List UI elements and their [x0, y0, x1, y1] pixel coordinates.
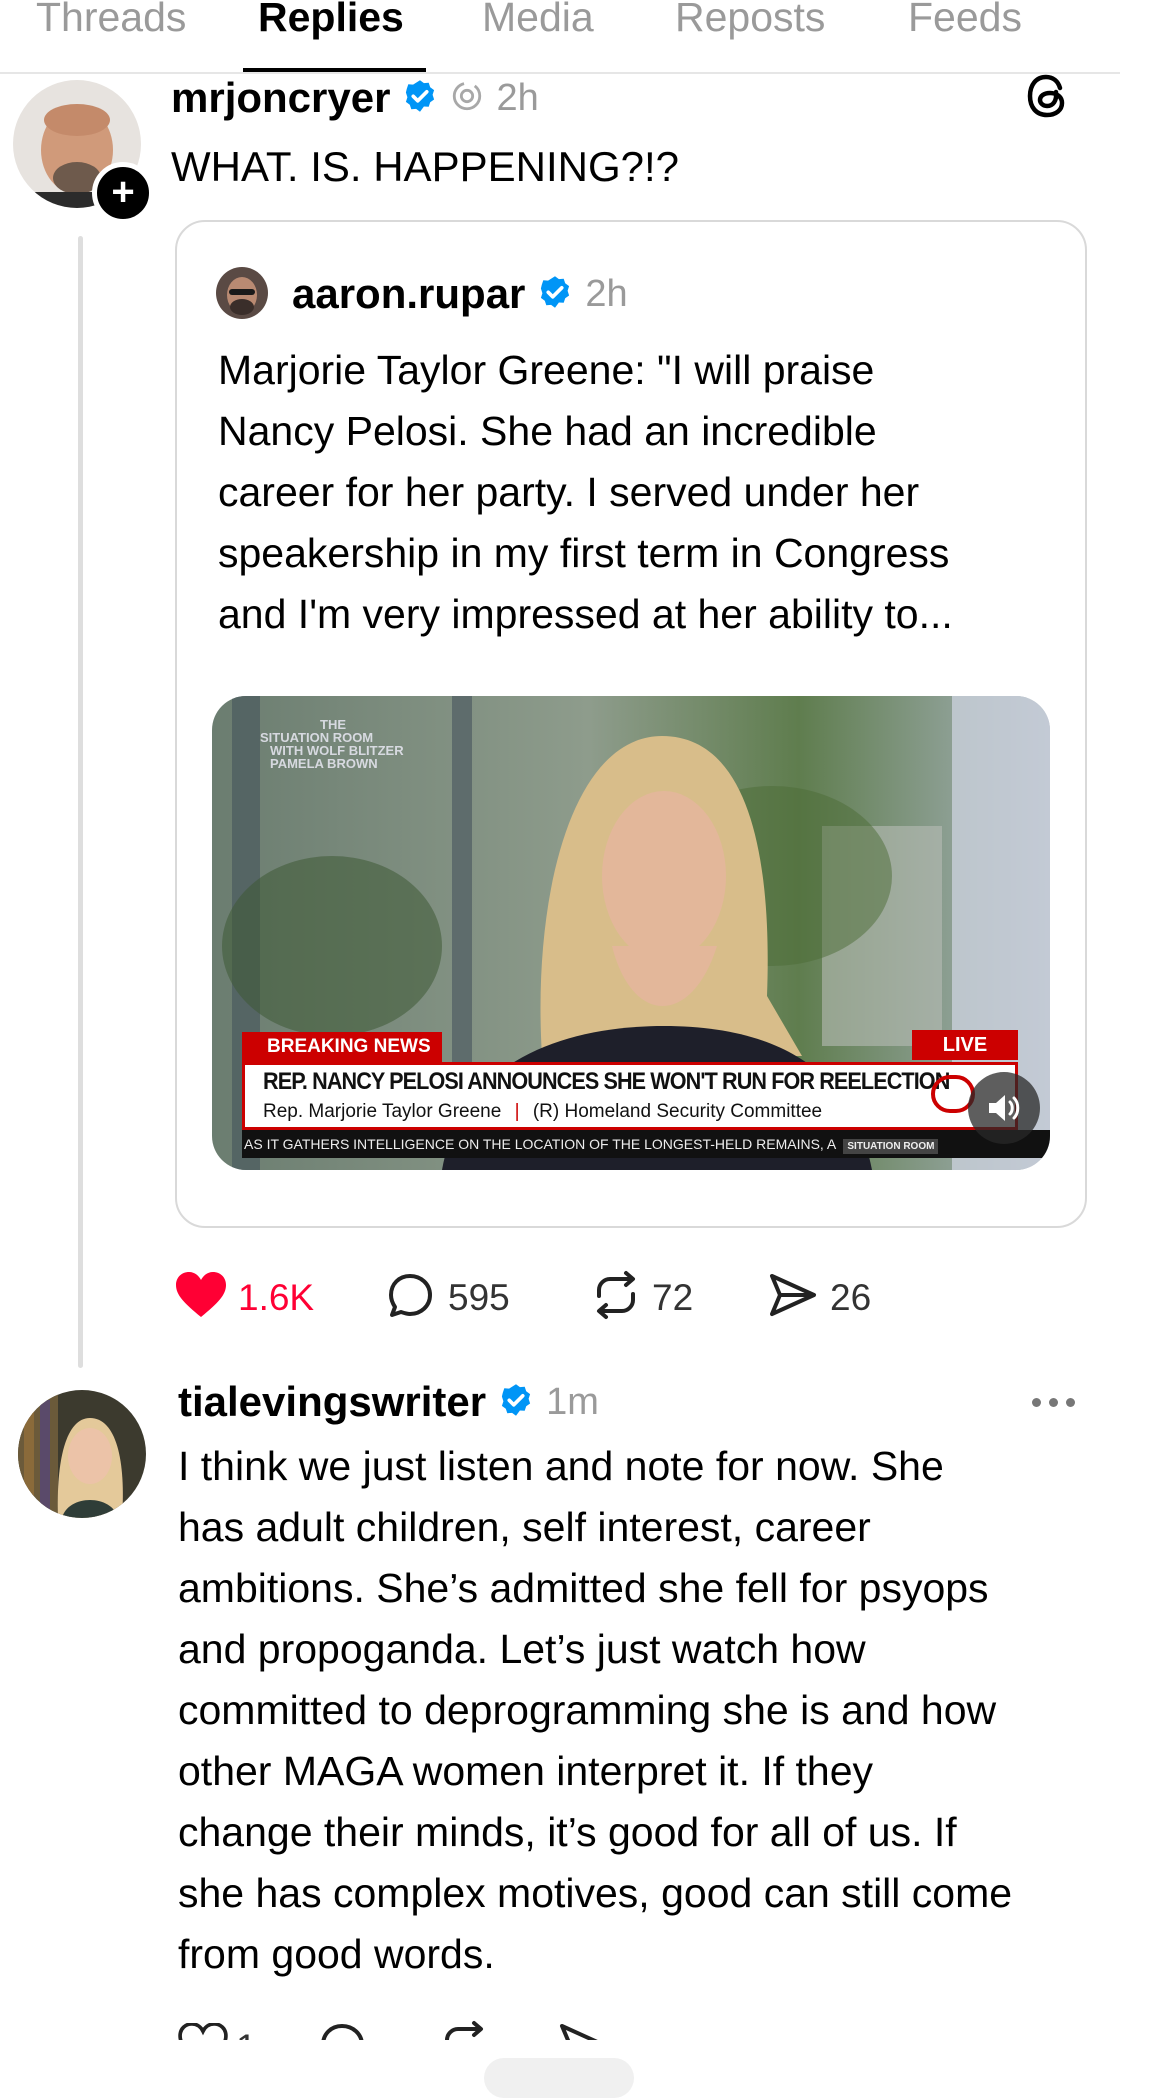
repost-icon	[590, 1270, 642, 1325]
profile-tab-bar: Threads Replies Media Reposts Feeds	[0, 0, 1120, 74]
reposted-spiral-icon	[450, 79, 484, 118]
video-player[interactable]: THE SITUATION ROOM WITH WOLF BLITZER PAM…	[212, 696, 1050, 1170]
quoted-text-line: Marjorie Taylor Greene: "I will praise	[218, 347, 875, 393]
comment-icon[interactable]	[318, 2020, 438, 2040]
share-button[interactable]: 26	[768, 1272, 871, 1323]
reply-text-line: committed to deprogramming she is and ho…	[178, 1687, 997, 1733]
like-button[interactable]: 1	[178, 2022, 318, 2041]
threads-logo-icon[interactable]	[1024, 70, 1072, 127]
subhead-divider: |	[514, 1101, 520, 1122]
comment-button[interactable]: 595	[386, 1270, 590, 1325]
reply-username[interactable]: tialevingswriter	[178, 1378, 486, 1426]
share-icon	[768, 1272, 818, 1323]
verified-badge-icon	[498, 1382, 534, 1423]
repost-count: 72	[652, 1276, 694, 1318]
like-count: 1	[236, 2027, 257, 2041]
tab-feeds[interactable]: Feeds	[908, 0, 1022, 41]
quoted-username[interactable]: aaron.rupar	[292, 270, 525, 318]
reply-text-line: from good words.	[178, 1931, 495, 1977]
heart-icon	[174, 1271, 228, 1324]
quoted-post-header: aaron.rupar 2h	[292, 270, 628, 318]
more-icon[interactable]	[1032, 1394, 1083, 1412]
subhead: Rep. Marjorie Taylor Greene | (R) Homela…	[263, 1101, 822, 1123]
quoted-text-line: speakership in my first term in Congress	[218, 530, 950, 576]
reply-text-line: I think we just listen and note for now.…	[178, 1443, 944, 1489]
verified-badge-icon	[537, 274, 573, 315]
subhead-title: (R) Homeland Security Committee	[532, 1101, 823, 1122]
quoted-text-line: and I'm very impressed at her ability to…	[218, 591, 953, 637]
reply-text-line: ambitions. She’s admitted she fell for p…	[178, 1565, 989, 1611]
reply-text-line: other MAGA women interpret it. If they	[178, 1748, 874, 1794]
active-tab-indicator	[243, 68, 426, 72]
reply-text: I think we just listen and note for now.…	[178, 1436, 1012, 1985]
quoted-post-text: Marjorie Taylor Greene: "I will praise N…	[218, 340, 953, 645]
post-actions: 1.6K 595 72 26	[174, 1270, 871, 1325]
like-count: 1.6K	[238, 1276, 315, 1318]
quoted-time: 2h	[585, 272, 628, 315]
like-button[interactable]: 1.6K	[174, 1271, 386, 1324]
quoted-text-line: career for her party. I served under her	[218, 469, 920, 515]
network-show-bug: THE SITUATION ROOM WITH WOLF BLITZER PAM…	[260, 718, 404, 770]
avatar-aaron-rupar[interactable]	[216, 267, 268, 319]
repost-icon[interactable]	[438, 2020, 558, 2040]
tab-threads[interactable]: Threads	[36, 0, 186, 41]
ticker-text: AS IT GATHERS INTELLIGENCE ON THE LOCATI…	[244, 1136, 836, 1152]
share-icon[interactable]	[558, 2022, 608, 2040]
tab-media[interactable]: Media	[482, 0, 594, 41]
live-label: LIVE	[912, 1030, 1018, 1060]
reply-actions: 1	[178, 2020, 878, 2040]
avatar-tialevingswriter[interactable]	[18, 1390, 146, 1518]
quoted-text-line: Nancy Pelosi. She had an incredible	[218, 408, 877, 454]
reply-header: tialevingswriter 1m	[178, 1378, 599, 1426]
comment-count: 595	[448, 1276, 510, 1318]
ticker-tag: SITUATION ROOM	[843, 1139, 939, 1154]
bottom-bar-handle[interactable]	[484, 2058, 634, 2098]
reply-time: 1m	[546, 1380, 599, 1423]
post-header: mrjoncryer 2h	[171, 74, 539, 122]
tab-replies[interactable]: Replies	[258, 0, 404, 41]
speaker-icon[interactable]	[968, 1072, 1040, 1144]
heart-icon	[178, 2022, 228, 2040]
reply-text-line: change their minds, it’s good for all of…	[178, 1809, 957, 1855]
reply-text-line: she has complex motives, good can still …	[178, 1870, 1013, 1916]
follow-plus-badge[interactable]: +	[92, 162, 154, 224]
share-count: 26	[830, 1276, 872, 1318]
reply-text-line: and propoganda. Let’s just watch how	[178, 1626, 866, 1672]
post-time: 2h	[496, 76, 539, 119]
breaking-news-label: BREAKING NEWS	[242, 1032, 442, 1062]
subhead-name: Rep. Marjorie Taylor Greene	[263, 1101, 502, 1122]
thread-connector-line	[78, 236, 83, 1368]
verified-badge-icon	[402, 78, 438, 119]
news-ticker: AS IT GATHERS INTELLIGENCE ON THE LOCATI…	[242, 1130, 1050, 1158]
tab-reposts[interactable]: Reposts	[675, 0, 825, 41]
lower-third-banner: REP. NANCY PELOSI ANNOUNCES SHE WON'T RU…	[242, 1062, 1018, 1130]
comment-icon	[386, 1270, 436, 1325]
headline-text: REP. NANCY PELOSI ANNOUNCES SHE WON'T RU…	[263, 1068, 950, 1095]
post-username[interactable]: mrjoncryer	[171, 74, 390, 122]
bug-line: PAMELA BROWN	[270, 756, 378, 771]
post-text: WHAT. IS. HAPPENING?!?	[171, 143, 679, 190]
reply-text-line: has adult children, self interest, caree…	[178, 1504, 871, 1550]
repost-button[interactable]: 72	[590, 1270, 768, 1325]
